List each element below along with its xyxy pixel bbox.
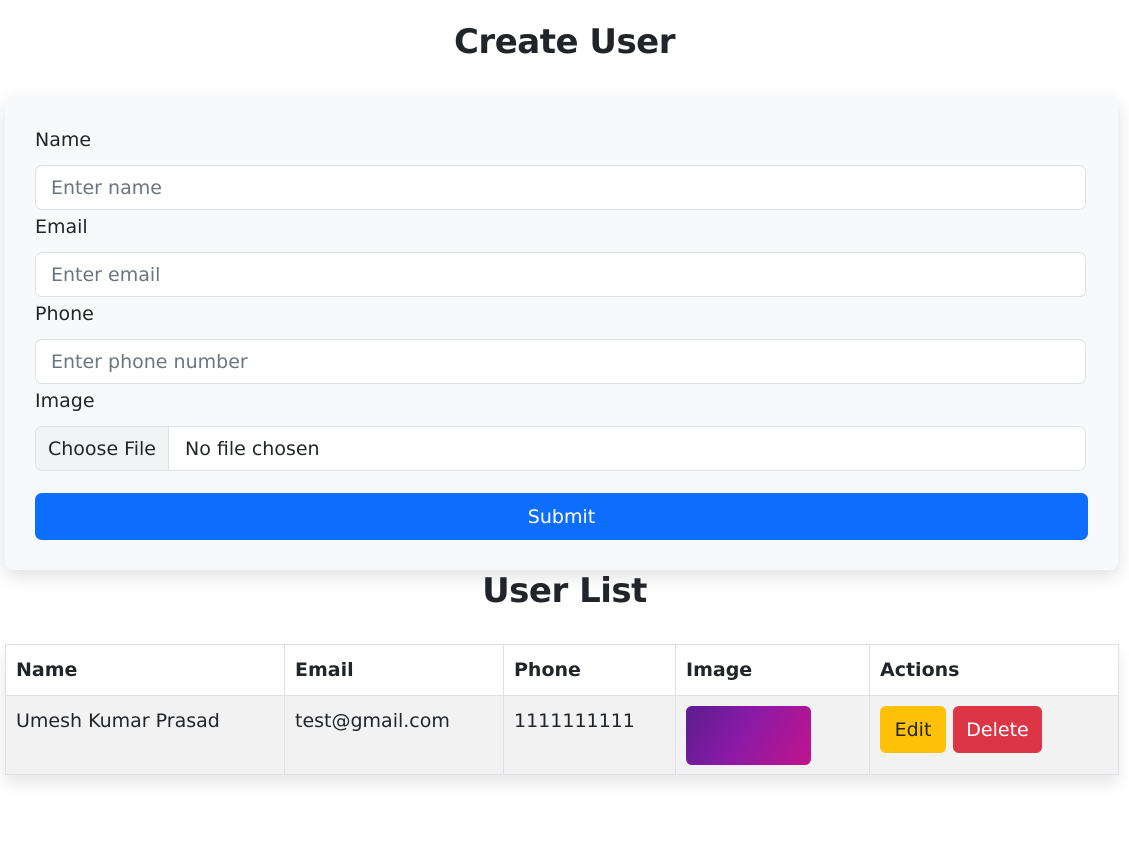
- column-header-actions: Actions: [869, 644, 1119, 696]
- page-title: Create User: [453, 22, 676, 62]
- table-row: Umesh Kumar Prasad test@gmail.com 111111…: [5, 695, 1119, 775]
- cell-image: [675, 695, 870, 775]
- edit-button[interactable]: Edit: [880, 706, 946, 753]
- create-user-form: Name Email Phone Image Choose File No fi…: [5, 97, 1118, 570]
- choose-file-button[interactable]: Choose File: [36, 427, 169, 470]
- submit-button[interactable]: Submit: [35, 493, 1088, 540]
- cell-email: test@gmail.com: [284, 695, 504, 775]
- phone-label: Phone: [35, 303, 94, 325]
- file-status-text: No file chosen: [185, 437, 320, 460]
- email-label: Email: [35, 216, 88, 238]
- email-input[interactable]: [35, 252, 1086, 297]
- phone-input[interactable]: [35, 339, 1086, 384]
- column-header-name: Name: [5, 644, 285, 696]
- column-header-image: Image: [675, 644, 870, 696]
- image-file-input[interactable]: Choose File No file chosen: [35, 426, 1086, 471]
- image-label: Image: [35, 390, 95, 412]
- delete-button[interactable]: Delete: [953, 706, 1042, 753]
- name-input[interactable]: [35, 165, 1086, 210]
- user-table: Name Email Phone Image Actions Umesh Kum…: [5, 644, 1119, 775]
- user-list-title: User List: [482, 571, 647, 611]
- column-header-email: Email: [284, 644, 504, 696]
- name-label: Name: [35, 129, 92, 151]
- cell-phone: 1111111111: [503, 695, 676, 775]
- column-header-phone: Phone: [503, 644, 676, 696]
- user-thumbnail-image: [686, 706, 811, 765]
- cell-actions: Edit Delete: [869, 695, 1119, 775]
- cell-name: Umesh Kumar Prasad: [5, 695, 285, 775]
- table-header-row: Name Email Phone Image Actions: [5, 644, 1119, 696]
